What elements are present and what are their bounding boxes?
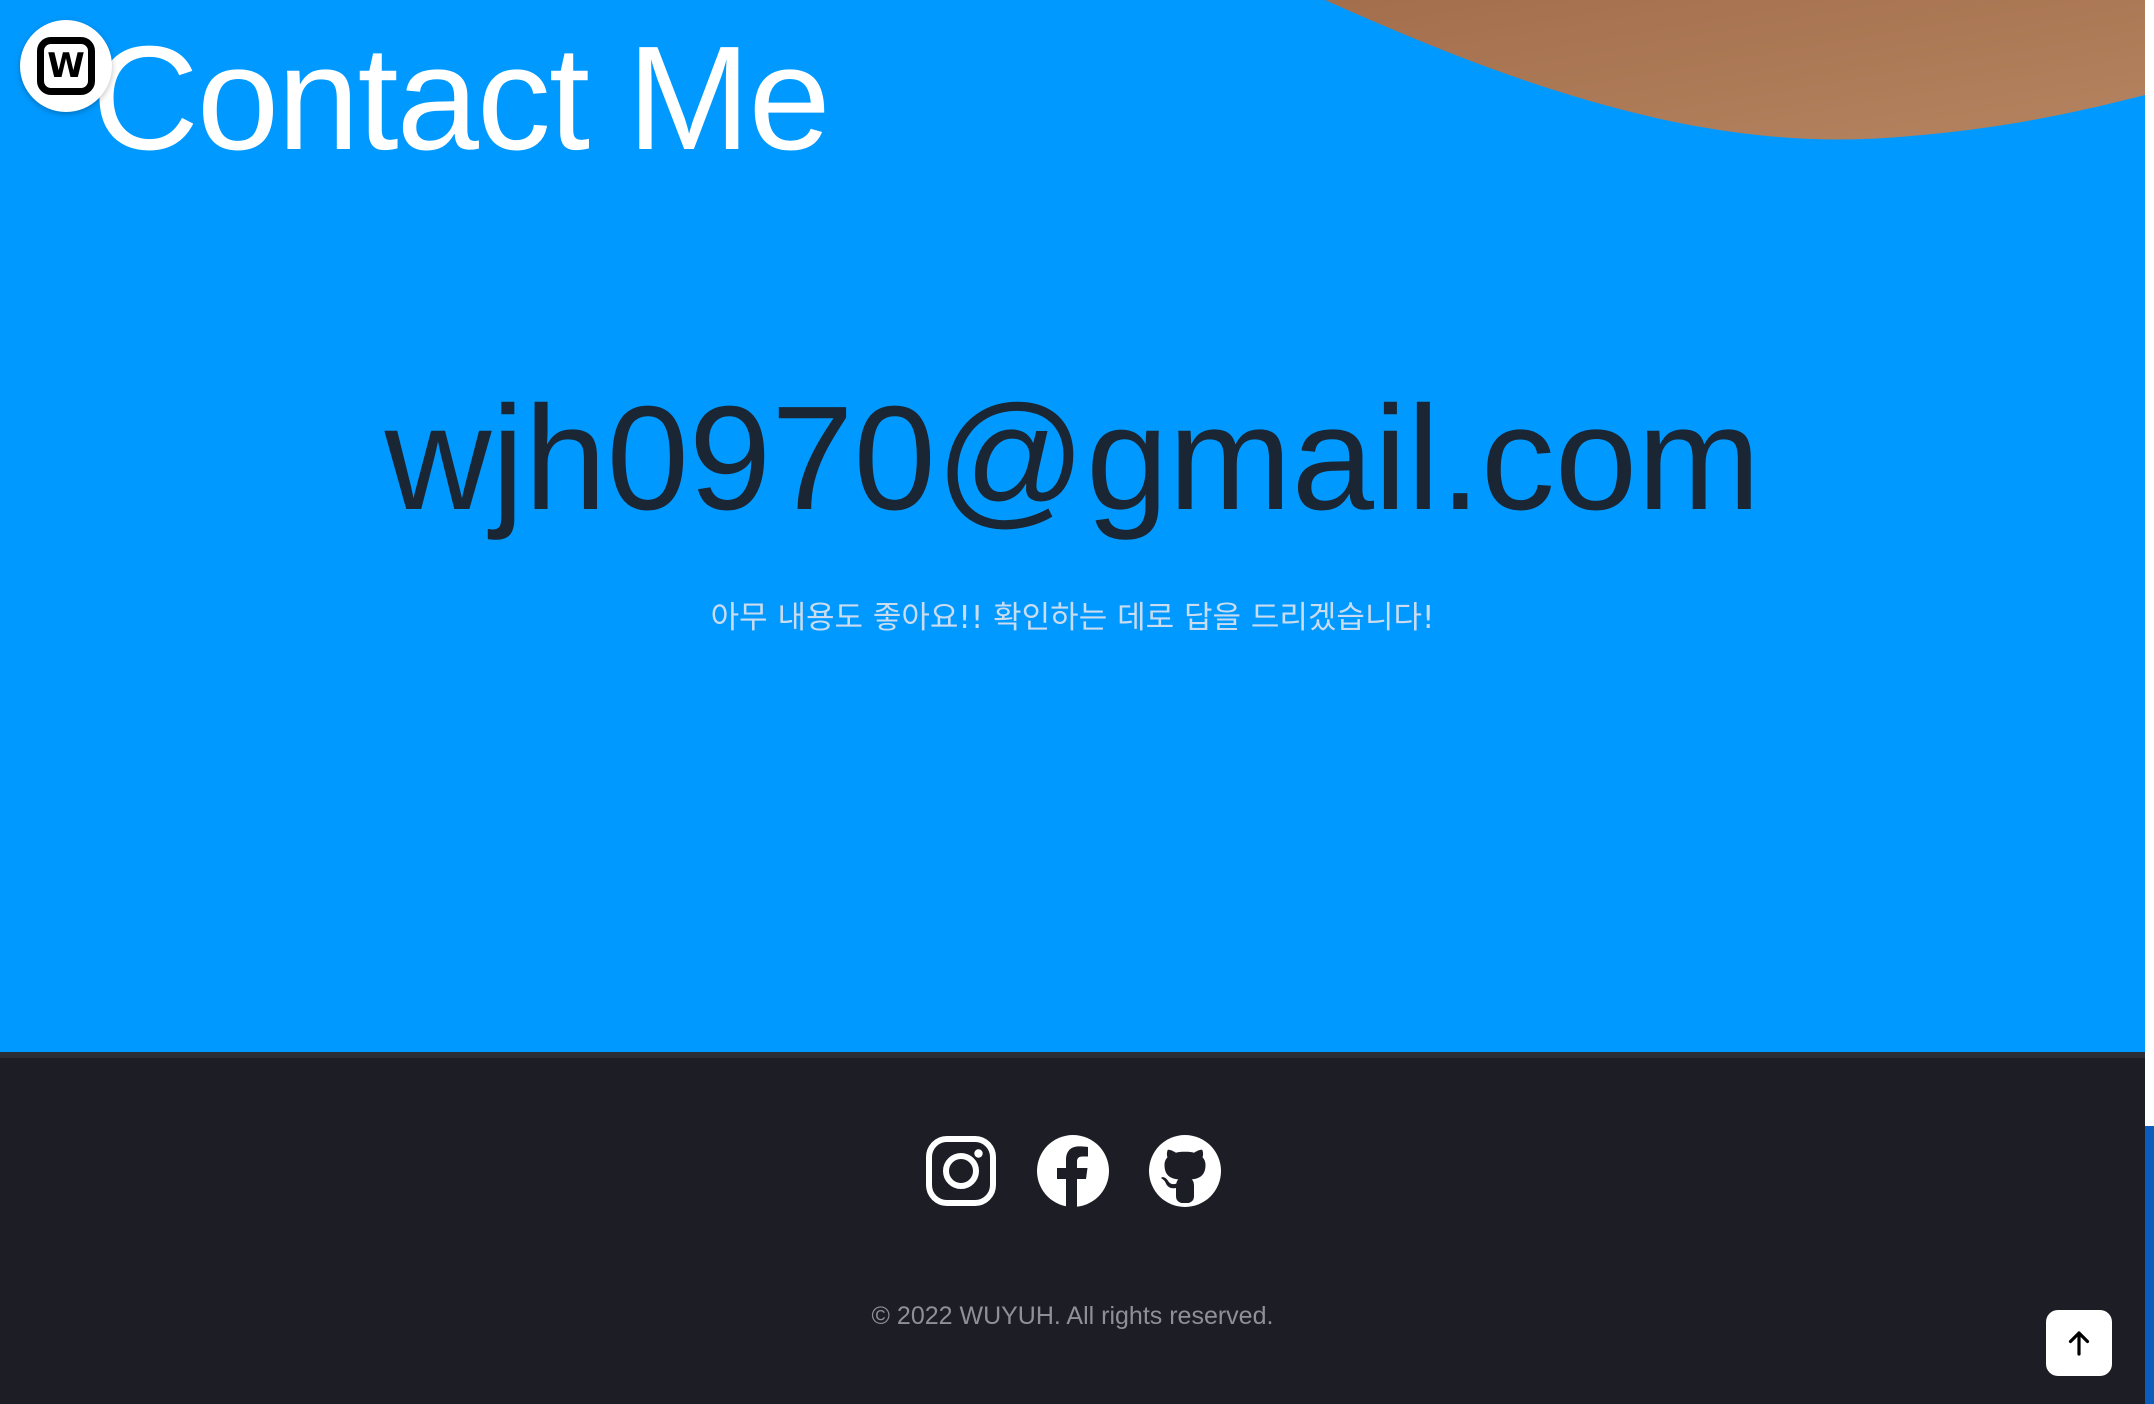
scroll-to-top-button[interactable] xyxy=(2046,1310,2112,1376)
contact-section: Contact Me W wjh0970@gmail.com 아무 내용도 좋아… xyxy=(0,0,2145,1052)
home-logo-button[interactable]: W xyxy=(20,20,112,112)
contact-email: wjh0970@gmail.com xyxy=(384,376,1761,541)
scrollbar-thumb[interactable] xyxy=(2145,1126,2154,1404)
github-icon xyxy=(1148,1135,1221,1207)
instagram-link[interactable] xyxy=(924,1134,998,1208)
social-links xyxy=(0,1134,2145,1208)
copyright-text: © 2022 WUYUH. All rights reserved. xyxy=(871,1302,1274,1330)
arrow-up-icon xyxy=(2068,1331,2090,1356)
instagram-icon xyxy=(925,1136,996,1206)
decorative-wave xyxy=(1325,0,2145,140)
page-title: Contact Me xyxy=(92,16,831,181)
w-logo-icon: W xyxy=(37,37,95,95)
facebook-link[interactable] xyxy=(1036,1134,1110,1208)
github-link[interactable] xyxy=(1148,1134,1222,1208)
page-edge xyxy=(2145,0,2154,1126)
facebook-icon xyxy=(1036,1135,1109,1208)
page: Contact Me W wjh0970@gmail.com 아무 내용도 좋아… xyxy=(0,0,2154,1404)
contact-message: 아무 내용도 좋아요!! 확인하는 데로 답을 드리겠습니다! xyxy=(710,600,1435,636)
footer: © 2022 WUYUH. All rights reserved. xyxy=(0,1052,2145,1404)
